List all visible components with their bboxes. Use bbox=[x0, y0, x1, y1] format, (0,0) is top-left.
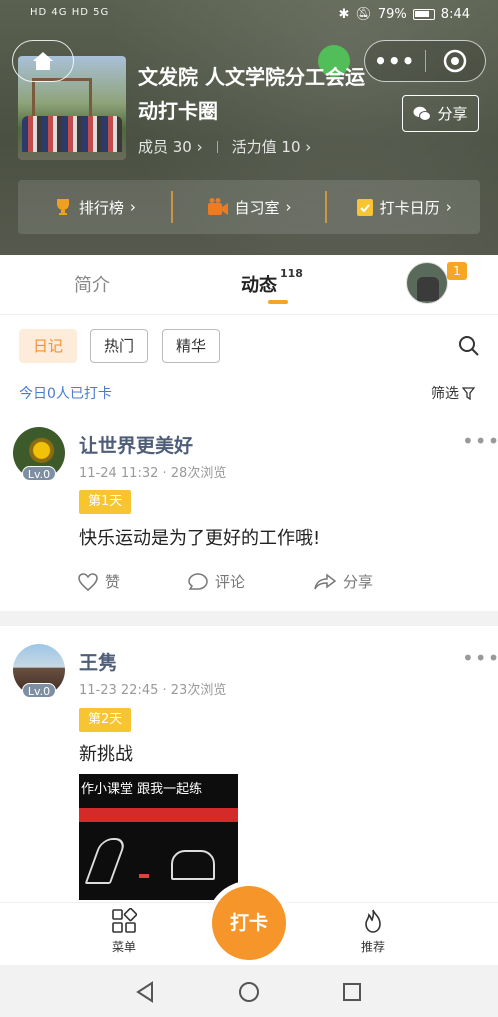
study-room-link[interactable]: 自习室 › bbox=[173, 197, 326, 218]
home-circle-icon[interactable] bbox=[238, 981, 260, 1003]
clock: 8:44 bbox=[440, 7, 470, 22]
post-actions: 赞 评论 分享 bbox=[78, 571, 373, 592]
more-menu-button[interactable]: ••• bbox=[365, 49, 425, 73]
tab-feed[interactable]: 动态118 bbox=[241, 267, 303, 297]
battery-percent: 79% bbox=[377, 7, 407, 22]
signal-indicator: HD 4G HD 5G bbox=[30, 7, 110, 18]
members-link[interactable]: 成员 30 › bbox=[138, 136, 203, 157]
feed-count: 118 bbox=[280, 267, 303, 280]
close-miniprogram-button[interactable] bbox=[425, 49, 485, 73]
flame-icon bbox=[365, 909, 381, 933]
share-post-button[interactable]: 分享 bbox=[314, 571, 373, 592]
camera-icon bbox=[207, 198, 228, 215]
home-icon bbox=[33, 52, 53, 70]
battery-icon bbox=[412, 9, 435, 20]
today-checkin-count: 今日0人已打卡 bbox=[19, 386, 112, 402]
chip-featured[interactable]: 精华 bbox=[162, 329, 221, 363]
post-video-thumbnail[interactable]: 作小课堂 跟我一起练 bbox=[79, 774, 238, 900]
checkin-summary-row: 今日0人已打卡 筛选 bbox=[0, 375, 498, 415]
funnel-icon bbox=[462, 386, 475, 400]
system-navigation-bar bbox=[0, 965, 498, 1017]
like-button[interactable]: 赞 bbox=[78, 571, 188, 592]
share-arrow-icon bbox=[314, 573, 336, 589]
tab-intro[interactable]: 简介 bbox=[74, 271, 110, 297]
more-options-icon[interactable]: ••• bbox=[462, 646, 498, 670]
post-meta: 11-23 22:45 · 23次浏览 bbox=[79, 683, 227, 698]
recent-apps-icon[interactable] bbox=[342, 982, 362, 1002]
notification-badge: 1 bbox=[447, 262, 467, 280]
grid-menu-icon bbox=[112, 908, 137, 933]
author-name[interactable]: 让世界更美好 bbox=[79, 431, 193, 458]
activity-link[interactable]: 活力值 10 › bbox=[232, 136, 312, 157]
status-bar: HD 4G HD 5G ✱ 🔕︎ 79% 8:44 bbox=[0, 0, 498, 32]
post-meta: 11-24 11:32 · 28次浏览 bbox=[79, 466, 227, 481]
day-tag: 第1天 bbox=[79, 490, 132, 514]
feed-post: Lv.0 让世界更美好 11-24 11:32 · 28次浏览 ••• 第1天 … bbox=[0, 415, 498, 611]
share-button[interactable]: 分享 bbox=[402, 95, 479, 132]
tab-active-indicator bbox=[268, 300, 288, 304]
calendar-icon bbox=[356, 199, 373, 216]
post-text: 快乐运动是为了更好的工作哦! bbox=[79, 528, 321, 549]
my-avatar[interactable] bbox=[406, 262, 448, 304]
ranking-link[interactable]: 排行榜 › bbox=[18, 197, 171, 218]
level-badge: Lv.0 bbox=[22, 683, 56, 698]
trophy-icon bbox=[56, 199, 69, 215]
group-title: 文发院 人文学院分工会运动打卡圈 bbox=[138, 65, 365, 123]
comment-icon bbox=[188, 572, 208, 590]
more-options-icon[interactable]: ••• bbox=[462, 429, 498, 453]
search-icon[interactable] bbox=[458, 335, 480, 357]
chip-diary[interactable]: 日记 bbox=[19, 329, 78, 363]
nav-recommend[interactable]: 推荐 bbox=[343, 908, 403, 955]
mute-icon: 🔕︎ bbox=[355, 7, 372, 22]
heart-icon bbox=[78, 572, 98, 591]
miniprogram-capsule: ••• bbox=[364, 40, 486, 82]
level-badge: Lv.0 bbox=[22, 466, 56, 481]
target-icon bbox=[443, 49, 467, 73]
checkin-button[interactable]: 打卡 bbox=[212, 886, 286, 960]
filter-chips: 日记 热门 精华 bbox=[0, 315, 498, 375]
feed-post: Lv.0 王隽 11-23 22:45 · 23次浏览 ••• 第2天 新挑战 … bbox=[0, 626, 498, 902]
group-header: HD 4G HD 5G ✱ 🔕︎ 79% 8:44 ••• 文发院 人文学院分工… bbox=[0, 0, 498, 255]
video-caption: 作小课堂 跟我一起练 bbox=[81, 782, 203, 797]
home-button[interactable] bbox=[12, 40, 74, 82]
back-icon[interactable] bbox=[135, 981, 155, 1003]
bluetooth-icon: ✱ bbox=[338, 7, 350, 22]
quick-links-bar: 排行榜 › 自习室 › 打卡日历 › bbox=[18, 180, 480, 234]
group-stats: 成员 30 › 活力值 10 › bbox=[138, 136, 311, 157]
chip-hot[interactable]: 热门 bbox=[90, 329, 149, 363]
calendar-link[interactable]: 打卡日历 › bbox=[327, 197, 480, 218]
author-name[interactable]: 王隽 bbox=[79, 648, 117, 675]
filter-button[interactable]: 筛选 bbox=[431, 383, 475, 403]
share-label: 分享 bbox=[437, 105, 468, 123]
comment-button[interactable]: 评论 bbox=[188, 571, 314, 592]
day-tag: 第2天 bbox=[79, 708, 132, 732]
wechat-share-icon bbox=[413, 106, 432, 121]
nav-menu[interactable]: 菜单 bbox=[94, 908, 154, 955]
post-text: 新挑战 bbox=[79, 744, 133, 765]
